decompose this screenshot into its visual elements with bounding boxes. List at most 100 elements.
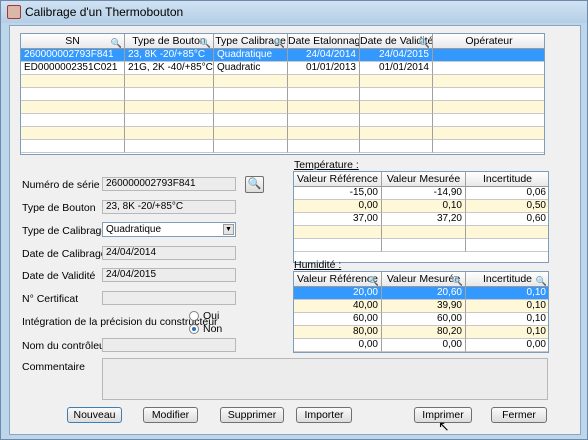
table-cell[interactable] bbox=[288, 75, 360, 88]
table-cell[interactable] bbox=[433, 114, 544, 127]
table-cell[interactable]: 39,90 bbox=[382, 300, 466, 313]
table-row[interactable] bbox=[294, 239, 548, 252]
table-cell[interactable]: 40,00 bbox=[294, 300, 382, 313]
column-header-date-etalonnage[interactable]: Date Etalonnage bbox=[288, 34, 360, 49]
table-cell[interactable]: 0,10 bbox=[382, 200, 466, 213]
column-header-date-validite[interactable]: Date de Validité 🔍 bbox=[360, 34, 433, 49]
serial-search-button[interactable]: 🔍 bbox=[245, 176, 264, 193]
table-cell[interactable] bbox=[294, 239, 382, 252]
table-row[interactable]: -15,00 -14,90 0,06 bbox=[294, 187, 548, 200]
table-cell[interactable] bbox=[294, 226, 382, 239]
table-cell[interactable]: 0,00 bbox=[294, 200, 382, 213]
table-cell[interactable] bbox=[433, 75, 544, 88]
table-cell[interactable] bbox=[466, 226, 548, 239]
table-cell[interactable] bbox=[21, 101, 125, 114]
table-row[interactable]: 40,00 39,90 0,10 bbox=[294, 300, 548, 313]
table-cell[interactable] bbox=[288, 114, 360, 127]
radio-non[interactable] bbox=[189, 324, 199, 334]
table-cell[interactable]: 260000002793F841 bbox=[21, 49, 125, 62]
radio-oui[interactable] bbox=[189, 311, 199, 321]
column-header-type-calibrage[interactable]: Type Calibrage 🔍 bbox=[214, 34, 288, 49]
column-header-valeur-reference[interactable]: Valeur Référence 🔍 bbox=[294, 272, 382, 287]
table-cell[interactable]: 20,00 bbox=[294, 287, 382, 300]
table-cell[interactable]: 0,00 bbox=[466, 339, 548, 352]
table-row[interactable] bbox=[21, 75, 544, 88]
table-cell[interactable]: Quadratic bbox=[214, 62, 288, 75]
table-cell[interactable] bbox=[125, 127, 214, 140]
humidite-grid[interactable]: Valeur Référence 🔍 Valeur Mesurée 🔍 Incert… bbox=[293, 271, 549, 353]
table-cell[interactable]: -15,00 bbox=[294, 187, 382, 200]
table-cell[interactable] bbox=[288, 88, 360, 101]
table-cell[interactable] bbox=[21, 127, 125, 140]
controleur-field[interactable] bbox=[102, 338, 236, 352]
title-bar[interactable]: Calibrage d'un Thermobouton bbox=[1, 1, 587, 23]
nouveau-button[interactable]: Nouveau bbox=[67, 407, 122, 423]
chevron-down-icon[interactable]: ▼ bbox=[223, 224, 234, 235]
search-icon[interactable]: 🔍 bbox=[111, 36, 122, 49]
search-icon[interactable]: 🔍 bbox=[452, 274, 463, 287]
table-cell[interactable]: 80,00 bbox=[294, 326, 382, 339]
table-cell[interactable] bbox=[288, 140, 360, 153]
table-row[interactable] bbox=[294, 226, 548, 239]
table-cell[interactable] bbox=[21, 114, 125, 127]
search-icon[interactable]: 🔍 bbox=[419, 36, 430, 49]
table-cell[interactable] bbox=[21, 75, 125, 88]
radio-oui-label[interactable]: Oui bbox=[203, 310, 219, 322]
table-cell[interactable] bbox=[125, 140, 214, 153]
table-cell[interactable] bbox=[382, 239, 466, 252]
table-cell[interactable] bbox=[433, 140, 544, 153]
column-header-valeur-mesuree[interactable]: Valeur Mesurée 🔍 bbox=[382, 272, 466, 287]
table-cell[interactable] bbox=[214, 75, 288, 88]
table-cell[interactable] bbox=[125, 88, 214, 101]
table-cell[interactable] bbox=[214, 140, 288, 153]
table-row[interactable] bbox=[21, 88, 544, 101]
table-cell[interactable] bbox=[360, 140, 433, 153]
table-cell[interactable] bbox=[125, 75, 214, 88]
table-cell[interactable] bbox=[360, 114, 433, 127]
table-cell[interactable]: 60,00 bbox=[382, 313, 466, 326]
table-cell[interactable] bbox=[288, 101, 360, 114]
table-cell[interactable]: 37,20 bbox=[382, 213, 466, 226]
table-cell[interactable]: 24/04/2014 bbox=[288, 49, 360, 62]
table-cell[interactable] bbox=[288, 127, 360, 140]
table-cell[interactable] bbox=[21, 140, 125, 153]
table-cell[interactable] bbox=[382, 226, 466, 239]
table-cell[interactable] bbox=[214, 101, 288, 114]
table-row[interactable]: 60,00 60,00 0,10 bbox=[294, 313, 548, 326]
commentaire-textarea[interactable] bbox=[102, 358, 548, 400]
table-row[interactable]: 0,00 0,00 0,00 bbox=[294, 339, 548, 352]
certificat-field[interactable] bbox=[102, 291, 236, 305]
table-row[interactable]: ED0000002351C021 21G, 2K -40/+85°C Quadrat… bbox=[21, 62, 544, 75]
table-cell[interactable] bbox=[466, 239, 548, 252]
temperature-grid[interactable]: Valeur Référence Valeur Mesurée Incertit… bbox=[293, 171, 549, 263]
radio-non-label[interactable]: Non bbox=[203, 323, 222, 335]
table-cell[interactable] bbox=[214, 114, 288, 127]
column-header-sn[interactable]: SN 🔍 bbox=[21, 34, 125, 49]
table-cell[interactable] bbox=[360, 88, 433, 101]
table-cell[interactable]: 0,10 bbox=[466, 300, 548, 313]
table-cell[interactable] bbox=[360, 127, 433, 140]
type-calibrage-select[interactable]: Quadratique ▼ bbox=[102, 222, 236, 237]
thermobouton-grid[interactable]: SN 🔍 Type de Bouton 🔍 Type Calibrage 🔍 Date… bbox=[20, 33, 545, 155]
table-cell[interactable]: 0,00 bbox=[294, 339, 382, 352]
column-header-operateur[interactable]: Opérateur bbox=[433, 34, 544, 49]
table-cell[interactable]: 0,60 bbox=[466, 213, 548, 226]
table-row[interactable]: 80,00 80,20 0,10 bbox=[294, 326, 548, 339]
column-header-valeur-mesuree[interactable]: Valeur Mesurée bbox=[382, 172, 466, 187]
table-cell[interactable] bbox=[360, 101, 433, 114]
table-cell[interactable]: 0,10 bbox=[466, 287, 548, 300]
search-icon[interactable]: 🔍 bbox=[200, 36, 211, 49]
table-cell[interactable] bbox=[433, 62, 544, 75]
table-row[interactable]: 260000002793F841 23, 8K -20/+85°C Quadrati… bbox=[21, 49, 544, 62]
table-row[interactable]: 0,00 0,10 0,50 bbox=[294, 200, 548, 213]
table-cell[interactable]: 23, 8K -20/+85°C bbox=[125, 49, 214, 62]
table-cell[interactable]: 80,20 bbox=[382, 326, 466, 339]
serial-field[interactable]: 260000002793F841 bbox=[102, 177, 236, 191]
date-validite-field[interactable]: 24/04/2015 bbox=[102, 268, 236, 282]
table-cell[interactable] bbox=[214, 88, 288, 101]
table-cell[interactable] bbox=[21, 88, 125, 101]
fermer-button[interactable]: Fermer bbox=[491, 407, 547, 423]
table-cell[interactable]: 37,00 bbox=[294, 213, 382, 226]
search-icon[interactable]: 🔍 bbox=[368, 274, 379, 287]
table-cell[interactable]: 21G, 2K -40/+85°C bbox=[125, 62, 214, 75]
